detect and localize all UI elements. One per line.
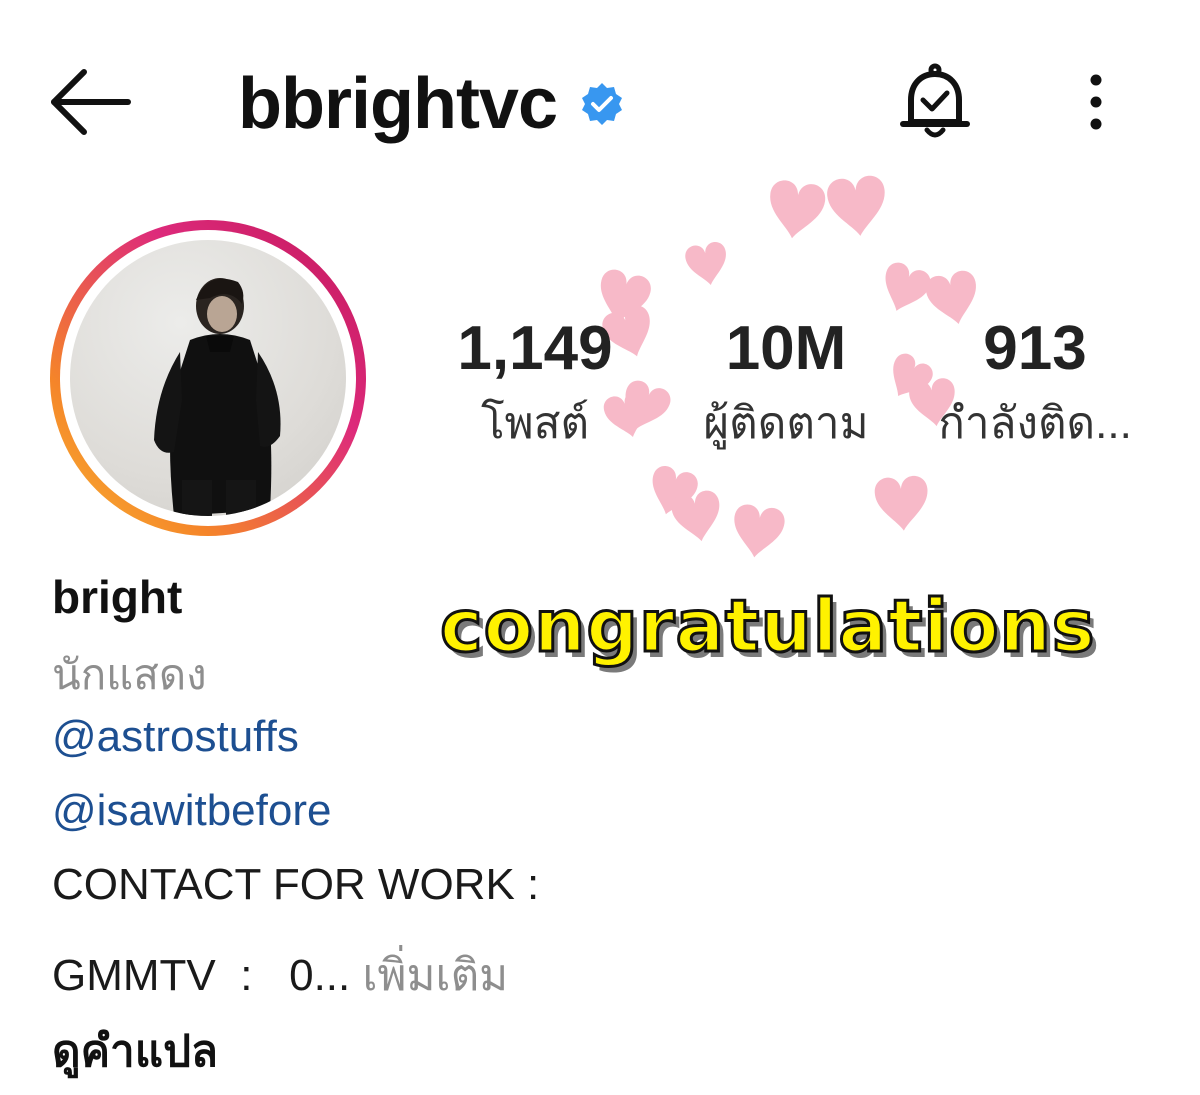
following-label: กำลังติด...: [938, 399, 1132, 448]
see-more-link[interactable]: เพิ่มเติม: [362, 951, 508, 1000]
bio-gmmtv-text: GMMTV : 0...: [52, 951, 351, 1000]
verified-badge-icon: [582, 83, 623, 125]
heart-icon: [825, 174, 890, 239]
mention-link-astrostuffs[interactable]: @astrostuffs: [52, 712, 299, 762]
mention-link-isawitbefore[interactable]: @isawitbefore: [52, 786, 331, 836]
followers-count: 10M: [725, 314, 847, 383]
congratulations-sticker: congratulations: [439, 584, 1097, 668]
profile-category: นักแสดง: [52, 651, 207, 698]
heart-icon: [643, 463, 701, 521]
back-arrow-icon: [51, 69, 131, 135]
heart-icon: [764, 178, 828, 243]
posts-label: โพสต์: [480, 399, 590, 448]
bell-icon: [900, 63, 970, 138]
display-name: bright: [52, 571, 183, 623]
more-options-button[interactable]: [1074, 64, 1118, 144]
username-title: bbrightvc: [238, 64, 558, 144]
bio-contact-line: CONTACT FOR WORK :: [52, 860, 540, 909]
heart-icon: [669, 488, 726, 546]
stat-following[interactable]: 913 กำลังติด...: [920, 318, 1150, 446]
stat-followers[interactable]: 10M ผู้ติดตาม: [676, 318, 896, 446]
followers-label: ผู้ติดตาม: [703, 399, 869, 448]
bio-gmmtv-line: GMMTV : 0... เพิ่มเติม: [52, 940, 508, 1010]
posts-count: 1,149: [457, 314, 613, 383]
profile-header: bbrightvc: [238, 64, 625, 144]
heart-icon: [873, 474, 931, 533]
person-silhouette-image: [154, 278, 281, 516]
stat-posts[interactable]: 1,149 โพสต์: [440, 318, 630, 446]
heart-icon: [683, 240, 731, 289]
avatar-photo: [70, 240, 346, 516]
more-vertical-icon: [1090, 74, 1102, 130]
back-button[interactable]: [40, 60, 140, 150]
profile-avatar[interactable]: [50, 220, 366, 536]
heart-icon: [875, 259, 934, 319]
heart-icon: [729, 502, 787, 561]
notifications-button[interactable]: [893, 60, 977, 144]
following-count: 913: [983, 314, 1087, 383]
see-translation-link[interactable]: ดูคำแปล: [52, 1016, 218, 1086]
